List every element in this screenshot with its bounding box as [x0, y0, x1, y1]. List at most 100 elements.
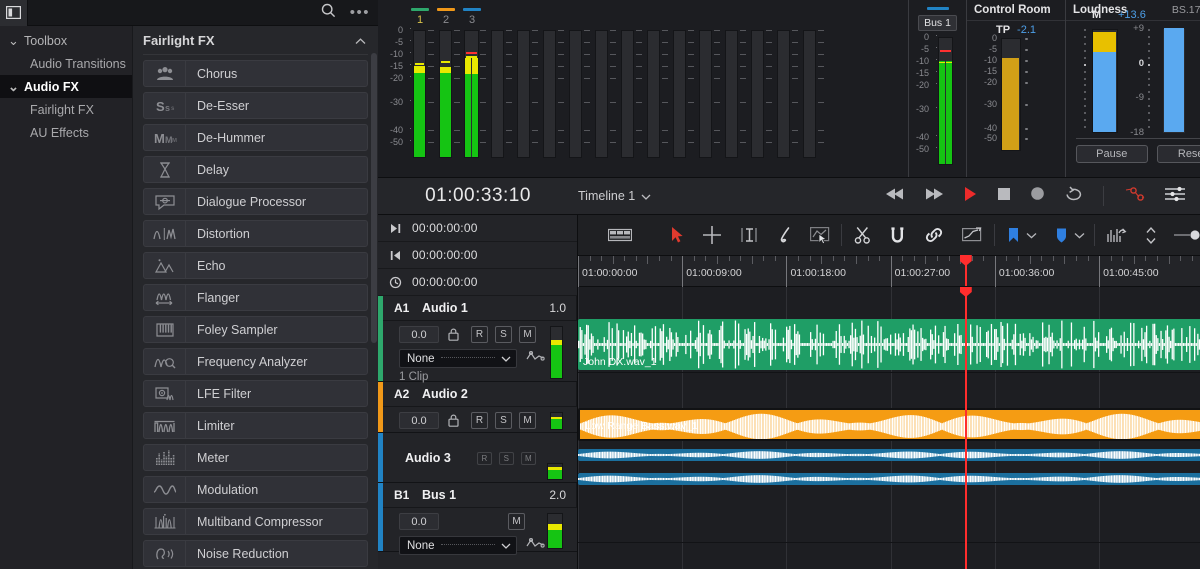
track-format-select[interactable]: None — [399, 536, 517, 555]
sidebar-item-au-effects[interactable]: AU Effects — [0, 121, 132, 144]
trim-icon[interactable] — [740, 226, 758, 244]
track-button-m[interactable]: M — [508, 513, 525, 530]
timeline-tracks[interactable]: John DX.wav_1 Low Range Bass.wav_1 — [578, 287, 1200, 569]
track-button-s[interactable]: S — [495, 412, 512, 429]
track-button-s[interactable]: S — [495, 326, 512, 343]
sidebar-item-toolbox[interactable]: ⌄ Toolbox — [0, 29, 132, 52]
fx-list-scrollbar[interactable] — [371, 53, 377, 343]
fx-list-item[interactable]: Ss s De-Esser — [143, 92, 368, 119]
fx-list-item[interactable]: Foley Sampler — [143, 316, 368, 343]
search-icon[interactable] — [321, 3, 336, 23]
channel-meter — [693, 30, 720, 158]
stop-button[interactable] — [997, 187, 1011, 206]
track-button-r[interactable]: R — [471, 326, 488, 343]
track-format-select[interactable]: None — [399, 349, 517, 368]
meter-channel-header[interactable]: 2 — [433, 0, 459, 30]
sidebar-item-audio-transitions[interactable]: Audio Transitions — [0, 52, 132, 75]
track-button-s[interactable]: S — [498, 451, 514, 465]
fx-list-item[interactable]: Echo — [143, 252, 368, 279]
fx-list-item[interactable]: M M M De-Hummer — [143, 124, 368, 151]
magnet-icon[interactable] — [889, 226, 906, 245]
marker-flag-icon[interactable] — [1007, 227, 1020, 244]
fx-list-item[interactable]: Limiter — [143, 412, 368, 439]
chevron-down-icon[interactable] — [1026, 232, 1037, 239]
timeline-selector[interactable]: Timeline 1 — [578, 189, 651, 203]
timeline-clip[interactable]: John DX.wav_1 — [578, 319, 1200, 370]
crosshair-icon[interactable] — [702, 225, 722, 245]
pen-icon[interactable] — [776, 226, 792, 245]
track-button-m[interactable]: M — [519, 326, 536, 343]
meter-fill — [440, 31, 451, 157]
channel-meter — [563, 30, 590, 158]
fade-curve-icon[interactable] — [961, 226, 983, 244]
track-header[interactable]: A2 Audio 2 0.0 R S M — [378, 382, 577, 433]
timeline-clip[interactable] — [578, 449, 1200, 461]
fx-list-item-label: Delay — [197, 162, 229, 177]
track-button-m[interactable]: M — [519, 412, 536, 429]
sidebar-item-fairlight-fx[interactable]: Fairlight FX — [0, 98, 132, 121]
timecode-row-duration[interactable]: 00:00:00:00 — [378, 269, 577, 296]
zoom-slider-icon[interactable] — [1173, 228, 1200, 242]
timeline-view-icon[interactable] — [607, 227, 632, 243]
fx-list-item[interactable]: Chorus — [143, 60, 368, 87]
fx-list-item[interactable]: Dialogue Processor — [143, 188, 368, 215]
fx-list-item[interactable]: Modulation — [143, 476, 368, 503]
timecode-row-start[interactable]: 00:00:00:00 — [378, 242, 577, 269]
fx-list-item[interactable]: Meter — [143, 444, 368, 471]
play-button[interactable] — [963, 186, 978, 207]
track-header[interactable]: A1 Audio 1 1.0 0.0 R S M None 1 Clip — [378, 296, 577, 383]
track-button-r[interactable]: R — [471, 412, 488, 429]
track-gain-field[interactable]: 0.0 — [399, 412, 439, 429]
meter-peak-indicator — [940, 50, 951, 53]
fx-list-item[interactable]: Noise Reduction — [143, 540, 368, 567]
fx-list-item[interactable]: Flanger — [143, 284, 368, 311]
track-button-r[interactable]: R — [476, 451, 492, 465]
sidebar-item-audio-fx[interactable]: ⌄ Audio FX — [0, 75, 132, 98]
timecode-row-end[interactable]: 00:00:00:00 — [378, 215, 577, 242]
ruler-playhead-knob[interactable] — [959, 255, 972, 266]
track-gain-field[interactable]: 0.0 — [399, 513, 439, 530]
ruler-tick — [1087, 256, 1089, 261]
timeline-ruler[interactable]: 01:00:00:00 01:00:09:00 01:00:18:00 01:00:2… — [578, 255, 1200, 287]
loudness-standard: BS.1770-1 (LU) — [1171, 4, 1200, 16]
waveform-zoom-icon[interactable] — [1106, 226, 1128, 245]
loudness-pause-button[interactable]: Pause — [1076, 145, 1148, 163]
fx-list-item[interactable]: Frequency Analyzer — [143, 348, 368, 375]
track-header[interactable]: Audio 3 RSM — [378, 433, 577, 483]
track-index: A2 — [394, 387, 410, 401]
automation-curve-icon[interactable] — [526, 537, 545, 555]
timeline-clip[interactable] — [578, 473, 1200, 485]
track-header[interactable]: B1 Bus 1 2.0 0.0 M None — [378, 483, 577, 555]
fast-forward-button[interactable] — [924, 187, 944, 206]
arrow-cursor-icon[interactable] — [670, 226, 684, 244]
sliders-icon[interactable] — [1164, 185, 1186, 208]
playhead[interactable] — [959, 287, 972, 569]
fx-list-item[interactable]: Delay — [143, 156, 368, 183]
chevron-up-icon[interactable] — [355, 33, 366, 48]
rewind-button[interactable] — [885, 187, 905, 206]
ruler-tick — [774, 256, 776, 261]
range-select-icon[interactable] — [809, 226, 830, 244]
timeline-clip[interactable]: Low Range Bass.wav_1 — [578, 408, 1200, 441]
fx-list-item[interactable]: Multiband Compressor — [143, 508, 368, 535]
automation-curve-icon[interactable] — [1123, 185, 1145, 208]
loop-button[interactable] — [1064, 185, 1084, 207]
lock-icon[interactable] — [446, 328, 460, 341]
automation-curve-icon[interactable] — [526, 350, 545, 368]
current-timecode[interactable]: 01:00:33:10 — [378, 185, 578, 207]
scissors-icon[interactable] — [854, 226, 871, 244]
more-options-icon[interactable]: ••• — [350, 5, 370, 20]
lock-icon[interactable] — [446, 414, 460, 427]
track-gain-field[interactable]: 0.0 — [399, 326, 439, 343]
flag-icon[interactable] — [1055, 227, 1068, 244]
loudness-reset-button[interactable]: Reset — [1156, 145, 1200, 163]
fx-list-item[interactable]: Distortion — [143, 220, 368, 247]
chevron-down-icon[interactable] — [1074, 232, 1085, 239]
link-icon[interactable] — [924, 226, 944, 244]
panel-layout-icon[interactable] — [0, 0, 28, 26]
record-button[interactable] — [1030, 186, 1045, 206]
fx-list-item[interactable]: LFE Filter — [143, 380, 368, 407]
track-button-m[interactable]: M — [520, 451, 536, 465]
updown-arrows-icon[interactable] — [1145, 226, 1157, 245]
meter-channel-header[interactable]: 3 — [459, 0, 485, 30]
